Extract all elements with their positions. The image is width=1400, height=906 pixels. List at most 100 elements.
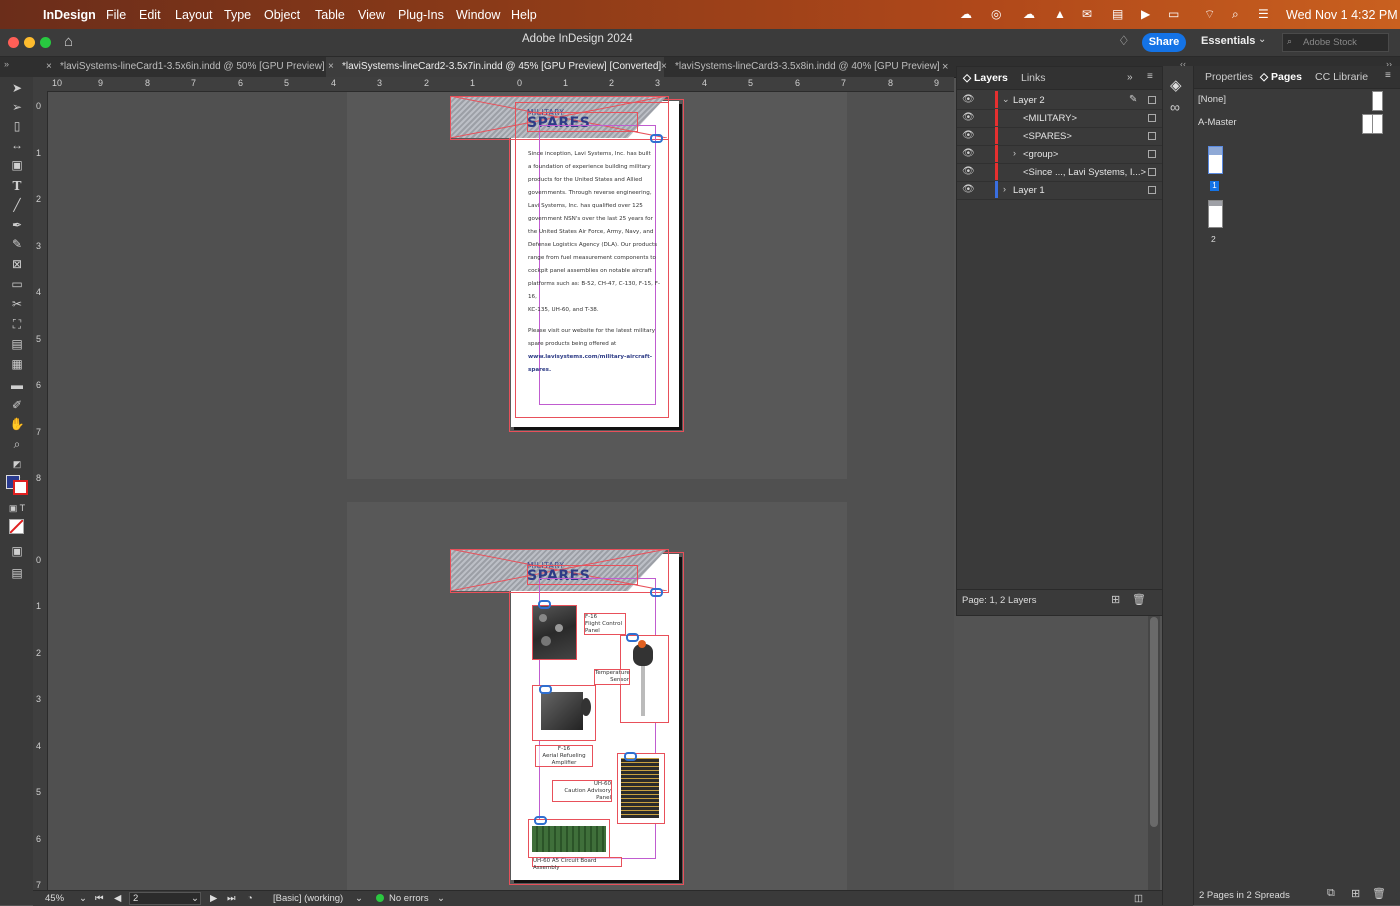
close-window-button[interactable] [8,37,19,48]
default-fill-stroke-icon[interactable]: ◩ ↺ [8,456,26,485]
links-icon[interactable]: ∞ [1170,99,1180,115]
scissors-tool-icon[interactable]: ✂ [8,296,26,312]
app-menu-indesign[interactable]: InDesign [43,8,96,22]
eye-icon[interactable]: 👁 [962,130,975,141]
tab-linecard2[interactable]: × *laviSystems-lineCard2-3.5x7in.indd @ … [326,57,664,77]
page-2-thumbnail[interactable] [1208,200,1223,228]
note-tool-icon[interactable]: ▬ [8,377,26,393]
close-tab-icon[interactable]: × [942,61,948,73]
battery-icon[interactable]: ▭ [1168,7,1179,21]
play-icon[interactable]: ▶ [1141,7,1150,21]
panel-menu-icon[interactable]: ≡ [1385,70,1391,81]
layer-row-since-text[interactable]: 👁 <Since ..., Lavi Systems, I...> [957,163,1162,182]
menu-layout[interactable]: Layout [175,8,213,22]
new-layer-icon[interactable]: ⊞ [1111,593,1120,606]
page-1-number[interactable]: 1 [1210,181,1219,191]
master-a[interactable]: A-Master [1198,117,1237,128]
close-tab-icon[interactable]: × [661,57,667,77]
page-1-thumbnail[interactable] [1208,146,1223,174]
menu-table[interactable]: Table [315,8,345,22]
body-text[interactable]: Since inception, Lavi Systems, Inc. has … [528,148,668,377]
zoom-level[interactable]: 45% [45,893,64,904]
website-url[interactable]: www.lavisystems.com/military-aircraft-sp… [528,351,668,377]
zoom-window-button[interactable] [40,37,51,48]
chevron-down-icon[interactable]: ⌄ [1258,34,1266,45]
select-box[interactable] [1148,132,1156,140]
logo-frame[interactable] [527,112,638,132]
trash-icon[interactable]: 🗑 [1132,593,1146,606]
share-button[interactable]: Share [1142,33,1186,52]
free-transform-tool-icon[interactable]: ⛶ [8,316,26,332]
direct-selection-tool-icon[interactable]: ➢ [8,99,26,115]
eye-icon[interactable]: 👁 [962,112,975,123]
chevron-right-icon[interactable]: › [1003,184,1006,194]
caption-circuit-board[interactable]: UH-60 A5 Circuit Board Assembly [532,857,622,871]
link-icon[interactable] [539,685,552,694]
chevron-down-icon[interactable]: ⌄ [437,893,445,904]
menu-type[interactable]: Type [224,8,251,22]
layer-row-layer-1[interactable]: 👁 › Layer 1 [957,181,1162,200]
horizontal-ruler[interactable]: 10 9 8 7 6 5 4 3 2 1 0 1 2 3 4 5 6 7 8 9 [48,77,954,92]
select-box[interactable] [1148,96,1156,104]
page-2-number[interactable]: 2 [1211,234,1216,244]
pen-tool-icon[interactable]: ✒ [8,217,26,233]
zoom-tool-icon[interactable]: ⌕ [8,436,26,452]
outlook-icon[interactable]: ✉ [1082,7,1092,21]
new-page-icon[interactable]: ⊞ [1351,887,1360,900]
lightbulb-icon[interactable]: ♢ [1118,33,1130,49]
scroll-thumb[interactable] [1150,617,1158,827]
caption-caution-advisory-panel[interactable]: UH-60 Caution Advisory Panel [552,780,612,802]
trash-icon[interactable]: 🗑 [1372,887,1386,900]
close-tab-icon[interactable]: × [328,57,334,77]
caption-aerial-refueling-amplifier[interactable]: F-16 Aerial Refueling Amplifier [535,745,593,767]
close-tab-icon[interactable]: × [46,57,52,77]
menu-file[interactable]: File [106,8,126,22]
stack-icon[interactable]: ▤ [1112,7,1123,21]
control-center-icon[interactable]: ☰ [1258,7,1269,21]
a-master-right-thumbnail[interactable] [1372,114,1383,134]
eyedropper-tool-icon[interactable]: ✐ [8,397,26,413]
link-icon[interactable] [650,588,663,597]
panel-menu-icon[interactable]: ≡ [1147,71,1153,82]
link-icon[interactable] [534,816,547,825]
preflight-status[interactable]: No errors [389,893,429,904]
tab-properties[interactable]: Properties [1205,71,1253,83]
chevron-down-icon[interactable]: ⌄ [1002,94,1010,105]
eye-icon[interactable]: 👁 [962,184,975,195]
chevron-right-icon[interactable]: › [1013,148,1016,158]
clock[interactable]: Wed Nov 1 4:32 PM [1286,8,1398,22]
tab-links[interactable]: Links [1021,72,1046,84]
page-tool-icon[interactable]: ▯ [8,118,26,134]
none-thumbnail[interactable] [1372,91,1383,111]
cloud-icon[interactable]: ☁ [1023,7,1035,21]
home-icon[interactable]: ⌂ [64,33,73,50]
minimize-window-button[interactable] [24,37,35,48]
document-canvas[interactable]: MILITARY SPARES Since inception, Lavi Sy… [48,92,954,890]
hand-tool-icon[interactable]: ✋ [8,416,26,432]
apply-none-icon[interactable] [9,519,24,534]
collapse-icon[interactable]: » [1127,72,1133,83]
chevron-down-icon[interactable]: ⌄ [191,893,199,904]
search-icon[interactable]: ⌕ [1232,7,1239,22]
menu-edit[interactable]: Edit [139,8,161,22]
caption-temperature-sensor[interactable]: Temperature Sensor [594,669,630,685]
select-box[interactable] [1148,114,1156,122]
eye-icon[interactable]: 👁 [962,94,975,105]
link-icon[interactable] [626,633,639,642]
previous-page-icon[interactable]: ◀ [114,893,121,904]
next-page-icon[interactable]: ▶ [210,893,217,904]
screen-mode-icon[interactable]: ▣ [8,543,26,559]
menu-object[interactable]: Object [264,8,300,22]
logo-frame[interactable] [527,565,638,585]
selection-tool-icon[interactable]: ➤ [8,80,26,96]
layers-icon[interactable]: ◈ [1170,76,1182,94]
sync-icon[interactable]: ◎ [991,7,1001,21]
ruler-origin[interactable] [33,77,48,91]
link-icon[interactable] [624,752,637,761]
menu-window[interactable]: Window [456,8,500,22]
style-indicator[interactable]: [Basic] (working) [273,893,343,904]
workspace-switcher[interactable]: Essentials [1201,35,1255,47]
select-box[interactable] [1148,186,1156,194]
layer-row-spares[interactable]: 👁 <SPARES> [957,127,1162,146]
line-tool-icon[interactable]: ╱ [8,197,26,213]
